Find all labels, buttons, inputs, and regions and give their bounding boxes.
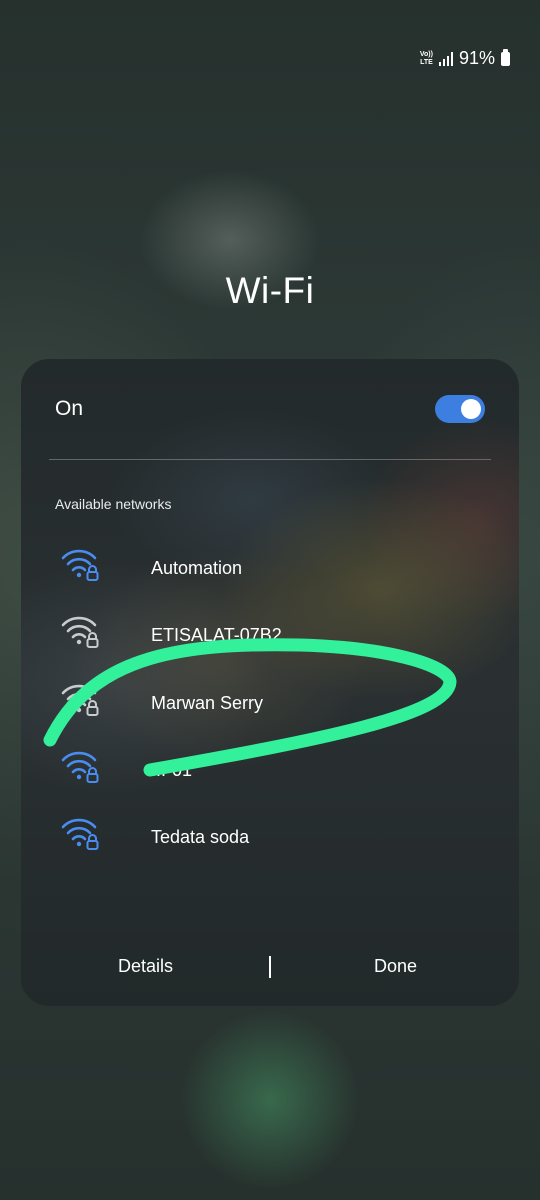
dialog-buttons: Details Done <box>21 939 519 995</box>
wifi-lock-icon <box>61 684 99 716</box>
wifi-toggle-switch[interactable] <box>435 395 485 423</box>
network-item[interactable]: Marwan Serry <box>21 676 519 732</box>
divider <box>49 459 491 460</box>
wifi-toggle-row[interactable]: On <box>21 359 519 459</box>
battery-percent: 91% <box>458 48 495 68</box>
volte-indicator: Vo)) LTE <box>419 50 433 66</box>
network-name: Automation <box>151 558 243 578</box>
wifi-panel: On Available networks Automation ETISALA… <box>21 359 519 1006</box>
done-button[interactable]: Done <box>374 956 417 977</box>
toggle-knob <box>461 399 481 419</box>
network-item[interactable]: ...-01 <box>21 743 519 799</box>
network-item[interactable]: ETISALAT-07B2 <box>21 608 519 664</box>
network-name: Marwan Serry <box>151 693 264 713</box>
page-title: Wi-Fi <box>225 270 315 311</box>
network-name: ...-01 <box>151 760 193 780</box>
network-name: Tedata soda <box>151 827 250 847</box>
network-item[interactable]: Automation <box>21 541 519 597</box>
wifi-lock-icon <box>61 616 99 648</box>
network-name: ETISALAT-07B2 <box>151 625 282 645</box>
network-item[interactable]: Tedata soda <box>21 810 519 866</box>
wifi-lock-icon <box>61 549 99 581</box>
battery-icon <box>501 48 510 66</box>
status-bar: Vo)) LTE 91% <box>420 48 510 69</box>
wifi-toggle-label: On <box>55 397 84 420</box>
details-button[interactable]: Details <box>118 956 173 977</box>
wifi-lock-icon <box>61 818 99 850</box>
wifi-lock-icon <box>61 751 99 783</box>
button-divider <box>269 956 271 978</box>
signal-bars-icon <box>438 51 453 66</box>
available-networks-label: Available networks <box>55 496 172 512</box>
